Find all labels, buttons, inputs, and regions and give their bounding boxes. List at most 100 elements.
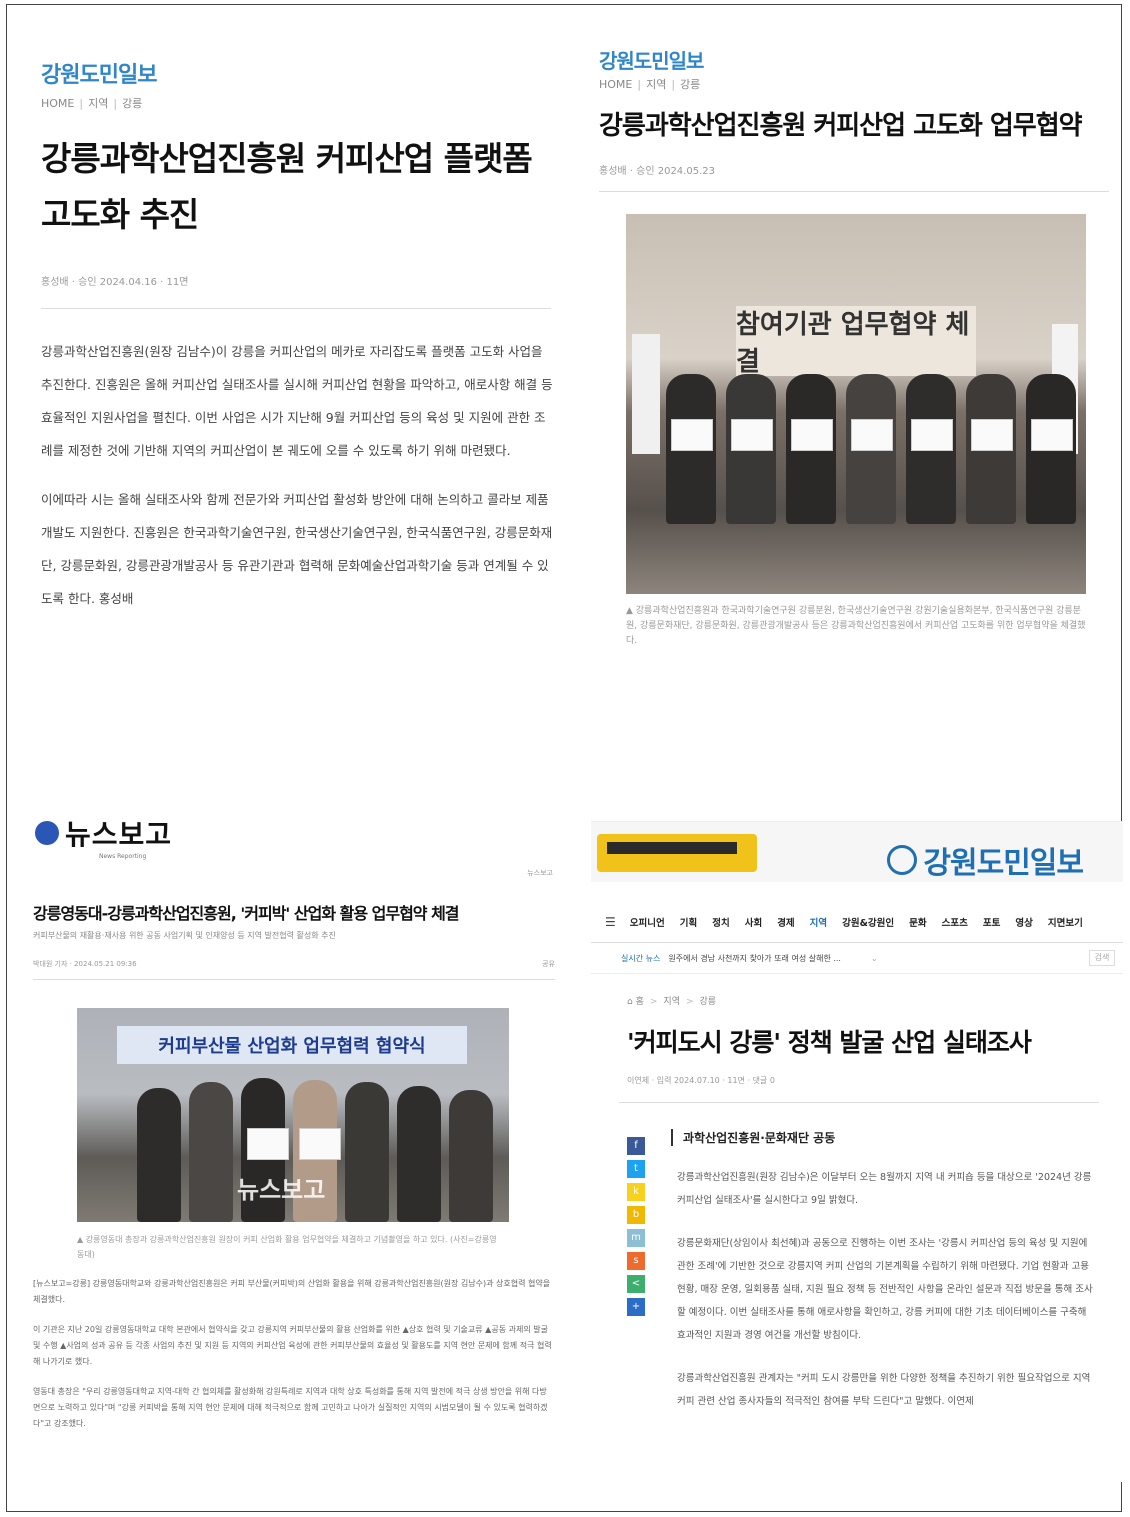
breadcrumb-home[interactable]: 홈 xyxy=(636,997,644,1007)
nav-item-plan[interactable]: 기획 xyxy=(680,915,697,929)
article-title: 강릉과학산업진흥원 커피산업 플랫폼 고도화 추진 xyxy=(41,139,533,234)
person xyxy=(137,1088,181,1222)
main-nav: ☰ 오피니언 기획 정치 사회 경제 지역 강원&강원인 문화 스포츠 포토 영… xyxy=(591,902,1123,943)
home-icon[interactable]: ⌂ xyxy=(627,997,633,1007)
breadcrumb: ⌂ 홈 > 지역 > 강릉 xyxy=(627,997,717,1007)
document xyxy=(1031,419,1073,451)
header-banner: 강원도민일보 xyxy=(591,822,1123,882)
logo-globe-icon xyxy=(35,821,59,845)
article-meta: 이연제 · 입력 2024.07.10 · 11면 · 댓글 0 xyxy=(627,1076,775,1085)
article-meta: 홍성배 · 승인 2024.04.16 · 11면 xyxy=(41,277,189,288)
live-news-headline[interactable]: 원주에서 경남 사천까지 찾아가 또래 여성 살해한 ... xyxy=(668,953,841,964)
page-frame: 강원도민일보 HOME | 지역 | 강릉 강릉과학산업진흥원 커피산업 플랫폼 고도화… xyxy=(6,4,1123,1512)
logo-subtitle: News Reporting xyxy=(99,853,147,860)
photo-banner: 커피부산물 산업화 업무협력 협약식 xyxy=(117,1026,467,1064)
logo-text: 강원도민일보 xyxy=(923,846,1084,881)
article-paragraph: 이 기관은 지난 20일 강릉영동대학교 대학 본관에서 협약식을 갖고 강릉지… xyxy=(33,1325,552,1366)
article-clip-4: 강원도민일보 ☰ 오피니언 기획 정치 사회 경제 지역 강원&강원인 문화 스… xyxy=(591,821,1123,1482)
article-title: 강릉과학산업진흥원 커피산업 고도화 업무협약 xyxy=(599,111,1083,141)
facebook-icon[interactable]: f xyxy=(627,1137,645,1155)
newsbogo-logo[interactable]: 뉴스보고 xyxy=(35,813,559,853)
breadcrumb: HOME | 지역 | 강릉 xyxy=(41,97,143,110)
share-bar: f t k b m s < + xyxy=(627,1137,645,1321)
article-paragraph: 이에따라 시는 올해 실태조사와 함께 전문가와 커피산업 활성화 방안에 대해… xyxy=(41,492,553,606)
document xyxy=(851,419,893,451)
breadcrumb-region[interactable]: 지역 xyxy=(646,78,666,91)
live-news-tag: 실시간 뉴스 xyxy=(621,953,661,963)
article-clip-1: 강원도민일보 HOME | 지역 | 강릉 강릉과학산업진흥원 커피산업 플랫폼 고도화… xyxy=(29,57,559,657)
nav-item-photo[interactable]: 포토 xyxy=(983,915,1000,929)
document xyxy=(911,419,953,451)
twitter-icon[interactable]: t xyxy=(627,1160,645,1178)
divider xyxy=(41,308,551,309)
site-logo[interactable]: 강원도민일보 xyxy=(887,838,1084,882)
document xyxy=(731,419,773,451)
article-title: 강릉영동대-강릉과학산업진흥원, '커피박' 산업화 활용 업무협약 체결 xyxy=(33,904,460,923)
site-logo[interactable]: 강원도민일보 xyxy=(599,45,1119,74)
search-button[interactable]: 검색 xyxy=(1089,950,1115,966)
share-button[interactable]: 공유 xyxy=(542,959,555,969)
person xyxy=(449,1090,493,1222)
breadcrumb-home[interactable]: HOME xyxy=(599,78,632,91)
nav-item-gangwon[interactable]: 강원&강원인 xyxy=(842,915,894,929)
person xyxy=(397,1086,441,1222)
site-logo[interactable]: 강원도민일보 xyxy=(41,57,559,89)
breadcrumb-city[interactable]: 강릉 xyxy=(680,78,700,91)
document xyxy=(247,1128,289,1160)
ad-bus-image[interactable] xyxy=(597,834,757,872)
emblem-icon xyxy=(887,845,918,875)
photo-banner: 참여기관 업무협약 체결 xyxy=(736,306,976,377)
share-icon[interactable]: < xyxy=(627,1275,645,1293)
nav-item-video[interactable]: 영상 xyxy=(1015,915,1032,929)
section-label: 뉴스보고 xyxy=(527,869,553,877)
nav-item-society[interactable]: 사회 xyxy=(745,915,762,929)
article-subheading: 과학산업진흥원·문화재단 공동 xyxy=(671,1129,1123,1146)
document xyxy=(671,419,713,451)
divider xyxy=(33,979,555,980)
breadcrumb-region[interactable]: 지역 xyxy=(663,997,680,1007)
document xyxy=(971,419,1013,451)
nav-item-culture[interactable]: 문화 xyxy=(909,915,926,929)
mail-icon[interactable]: m xyxy=(627,1229,645,1247)
article-clip-2: 강원도민일보 HOME | 지역 | 강릉 강릉과학산업진흥원 커피산업 고도화 업무협… xyxy=(589,45,1119,715)
article-body: f t k b m s < + 과학산업진흥원·문화재단 공동 강릉과학산업진흥… xyxy=(591,1129,1123,1413)
divider xyxy=(599,191,1109,192)
article-paragraph: [뉴스보고=강릉] 강릉영동대학교와 강릉과학산업진흥원은 커피 부산물(커피박… xyxy=(33,1279,551,1304)
photo-caption: ▲ 강릉과학산업진흥원과 한국과학기술연구원 강릉분원, 한국생산기술연구원 강… xyxy=(626,606,1086,646)
breadcrumb: HOME | 지역 | 강릉 xyxy=(599,78,701,91)
bookmark-icon[interactable]: + xyxy=(627,1298,645,1316)
live-news-ticker: 실시간 뉴스 원주에서 경남 사천까지 찾아가 또래 여성 살해한 ... ⌄ … xyxy=(591,943,1123,974)
document xyxy=(299,1128,341,1160)
nav-item-paper[interactable]: 지면보기 xyxy=(1048,915,1083,929)
breadcrumb-home[interactable]: HOME xyxy=(41,97,74,110)
article-paragraph: 강릉문화재단(상임이사 최선혜)과 공동으로 진행하는 이번 조사는 '강릉시 … xyxy=(677,1238,1093,1341)
breadcrumb-city[interactable]: 강릉 xyxy=(700,997,717,1007)
photo-caption: ▲ 강릉영동대 총장과 강릉과학산업진흥원 원장이 커피 산업화 활용 업무협약… xyxy=(77,1235,497,1259)
article-paragraph: 강릉과학산업진흥원(원장 김남수)이 강릉을 커피산업의 메카로 자리잡도록 플… xyxy=(41,344,553,458)
kakao-icon[interactable]: k xyxy=(627,1183,645,1201)
article-subtitle: 커피부산물의 재활용·재사용 위한 공동 사업기획 및 인재양성 등 지역 발전… xyxy=(33,931,336,940)
article-clip-3: 뉴스보고 News Reporting 뉴스보고 강릉영동대-강릉과학산업진흥원… xyxy=(29,813,559,1493)
article-paragraph: 영동대 총장은 "우리 강릉영동대학교 지역-대학 간 협의체를 활성화해 강원… xyxy=(33,1387,548,1428)
breadcrumb-region[interactable]: 지역 xyxy=(88,97,108,110)
nav-item-economy[interactable]: 경제 xyxy=(777,915,794,929)
article-meta: 홍성배 · 승인 2024.05.23 xyxy=(599,166,715,177)
flag xyxy=(632,334,660,454)
breadcrumb-city[interactable]: 강릉 xyxy=(122,97,142,110)
nav-item-sports[interactable]: 스포츠 xyxy=(942,915,968,929)
logo-text: 뉴스보고 xyxy=(65,818,173,851)
chevron-down-icon[interactable]: ⌄ xyxy=(871,954,878,963)
story-icon[interactable]: s xyxy=(627,1252,645,1270)
article-paragraph: 강릉과학산업진흥원(원장 김남수)은 이달부터 오는 8월까지 지역 내 커피숍… xyxy=(677,1172,1092,1206)
agreement-photo: 커피부산물 산업화 업무협력 협약식 뉴스보고 xyxy=(77,1008,509,1222)
person xyxy=(345,1082,389,1222)
nav-item-opinion[interactable]: 오피니언 xyxy=(630,915,665,929)
document xyxy=(791,419,833,451)
nav-item-politics[interactable]: 정치 xyxy=(712,915,729,929)
nav-item-region[interactable]: 지역 xyxy=(810,915,827,929)
article-title: '커피도시 강릉' 정책 발굴 산업 실태조사 xyxy=(627,1028,1032,1057)
band-icon[interactable]: b xyxy=(627,1206,645,1224)
menu-icon[interactable]: ☰ xyxy=(605,915,616,929)
article-meta: 박대원 기자 · 2024.05.21 09:36 xyxy=(33,960,137,968)
divider xyxy=(619,1102,1099,1103)
